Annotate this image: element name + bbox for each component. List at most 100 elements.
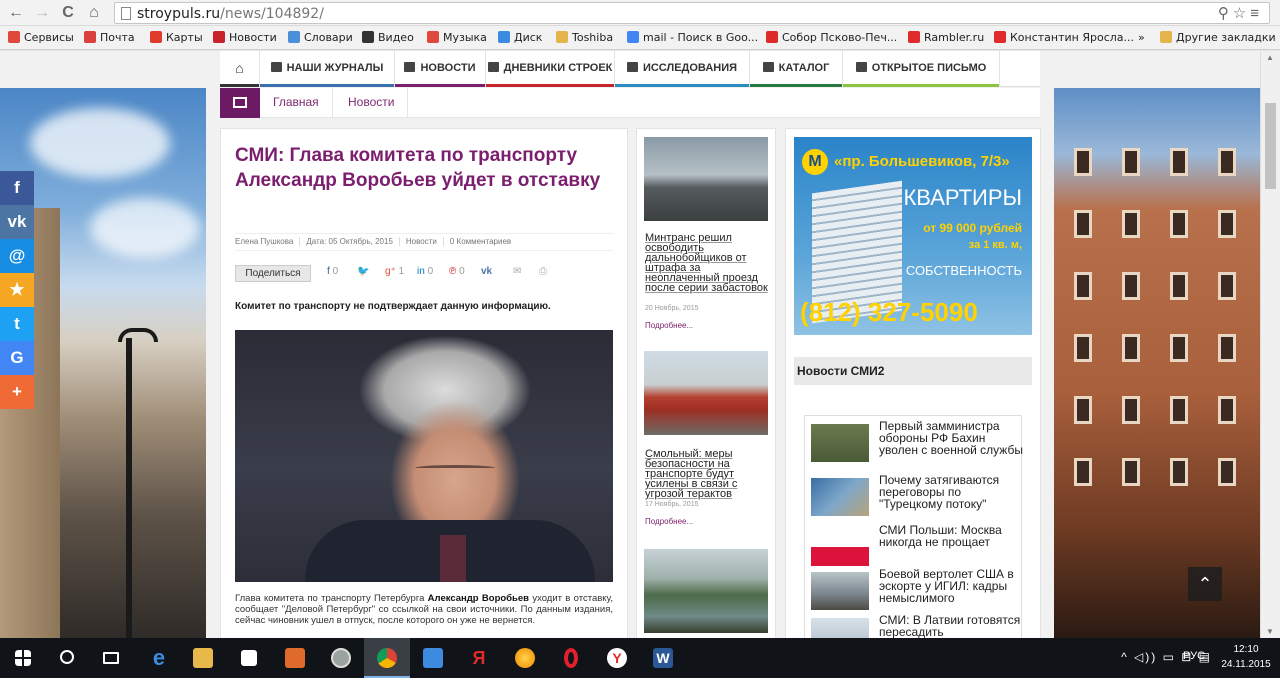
breadcrumb-news[interactable]: Новости: [335, 88, 409, 118]
reload-icon[interactable]: C: [58, 3, 78, 23]
smi-news-thumb[interactable]: [811, 528, 869, 566]
related-more-link[interactable]: Подробнее...: [645, 517, 693, 526]
language-indicator[interactable]: РУС: [1183, 650, 1205, 662]
related-thumb-trucks[interactable]: [644, 137, 768, 221]
forward-arrow-icon[interactable]: →: [32, 3, 52, 23]
scroll-to-top-button[interactable]: ⌃: [1188, 567, 1222, 601]
yandex-browser-icon[interactable]: Y: [594, 638, 640, 678]
smi-news-thumb[interactable]: [811, 618, 869, 638]
social-share-sidebar: f vk @ ★ t G +: [0, 171, 34, 409]
bookmark-item[interactable]: Почта: [84, 31, 135, 44]
bookmark-item[interactable]: Видео: [362, 31, 414, 44]
related-thumb-road[interactable]: [644, 549, 768, 633]
bookmark-item[interactable]: Сервисы: [8, 31, 74, 44]
smi-news-thumb[interactable]: [811, 478, 869, 516]
media-player-icon[interactable]: [272, 638, 318, 678]
smi-news-item[interactable]: Почему затягиваются переговоры по "Турец…: [811, 474, 1021, 520]
mail-app-icon[interactable]: [410, 638, 456, 678]
smi-news-text[interactable]: Почему затягиваются переговоры по "Турец…: [879, 474, 1023, 510]
word-icon[interactable]: W: [640, 638, 686, 678]
background-photo-right: [1054, 88, 1260, 638]
related-more-link[interactable]: Подробнее...: [645, 321, 693, 330]
bookmark-item[interactable]: Карты: [150, 31, 203, 44]
real-estate-ad[interactable]: М «пр. Большевиков, 7/3» КВАРТИРЫ от 99 …: [794, 137, 1032, 335]
article-section[interactable]: Новости: [399, 237, 444, 246]
yandex-icon[interactable]: Я: [456, 638, 502, 678]
task-view-icon[interactable]: [88, 638, 134, 678]
smi-news-text[interactable]: СМИ Польши: Москва никогда не прощает: [879, 524, 1023, 548]
smi-news-item[interactable]: Первый замминистра обороны РФ Бахин увол…: [811, 420, 1023, 466]
smi-news-text[interactable]: Боевой вертолет США в эскорте у ИГИЛ: ка…: [879, 568, 1023, 604]
bookmark-item[interactable]: Новости: [213, 31, 277, 44]
nav-item[interactable]: КАТАЛОГ: [750, 51, 843, 87]
smi-news-item[interactable]: Боевой вертолет США в эскорте у ИГИЛ: ка…: [811, 568, 1021, 614]
bookmark-item[interactable]: mail - Поиск в Goo...: [627, 31, 758, 44]
google-icon[interactable]: G: [0, 341, 34, 375]
related-title[interactable]: Минтранс решил освободить дальнобойщиков…: [645, 233, 769, 294]
smi-news-text[interactable]: Первый замминистра обороны РФ Бахин увол…: [879, 420, 1023, 456]
article-lead: Комитет по транспорту не подтверждает да…: [235, 301, 551, 312]
bookmark-item[interactable]: Другие закладки: [1160, 31, 1276, 44]
more-share-icon[interactable]: +: [0, 375, 34, 409]
bookmark-star-icon[interactable]: ★: [0, 273, 34, 307]
home-button-icon[interactable]: ⌂: [84, 3, 104, 23]
twitter-share-icon[interactable]: 🐦: [357, 266, 369, 277]
nav-item[interactable]: ОТКРЫТОЕ ПИСЬМО: [843, 51, 1000, 87]
browser-app-icon[interactable]: [502, 638, 548, 678]
chrome-icon[interactable]: [364, 638, 410, 678]
main-navigation: ⌂ НАШИ ЖУРНАЛЫ НОВОСТИ ДНЕВНИКИ СТРОЕК ИССЛЕ…: [220, 51, 1040, 87]
smi-news-thumb[interactable]: [811, 572, 869, 610]
vk-icon[interactable]: vk: [0, 205, 34, 239]
article-title: СМИ: Глава комитета по транспорту Алекса…: [235, 145, 601, 191]
clock[interactable]: 12:10 24.11.2015: [1218, 642, 1274, 672]
smi-news-text[interactable]: СМИ: В Латвии готовятся пересадить: [879, 614, 1023, 638]
bookmark-item[interactable]: Константин Яросла...: [994, 31, 1134, 44]
facebook-share-icon[interactable]: f 0: [327, 266, 338, 277]
print-icon[interactable]: ⎙: [539, 266, 547, 277]
bookmark-item[interactable]: Диск: [498, 31, 542, 44]
facebook-icon[interactable]: f: [0, 171, 34, 205]
nav-item[interactable]: НОВОСТИ: [395, 51, 486, 87]
vk-share-icon[interactable]: vk: [481, 266, 492, 277]
email-share-icon[interactable]: ✉: [513, 266, 521, 277]
nav-home[interactable]: ⌂: [220, 51, 260, 87]
scrollbar-thumb[interactable]: [1265, 103, 1276, 189]
bookmark-item[interactable]: Rambler.ru: [908, 31, 984, 44]
smi-news-thumb[interactable]: [811, 424, 869, 462]
app-circle-icon[interactable]: [318, 638, 364, 678]
article-author[interactable]: Елена Пушкова: [235, 237, 301, 246]
related-title[interactable]: Смольный: меры безопасности на транспорт…: [645, 449, 769, 500]
mail-ru-icon[interactable]: @: [0, 239, 34, 273]
linkedin-share-icon[interactable]: in 0: [417, 266, 433, 277]
edge-icon[interactable]: e: [136, 638, 182, 678]
nav-item[interactable]: ИССЛЕДОВАНИЯ: [615, 51, 750, 87]
gplus-share-icon[interactable]: g⁺ 1: [385, 266, 404, 277]
smi-news-item[interactable]: СМИ: В Латвии готовятся пересадить: [811, 614, 1021, 638]
nav-item[interactable]: НАШИ ЖУРНАЛЫ: [260, 51, 395, 87]
bookmark-item[interactable]: Собор Псково-Печ...: [766, 31, 897, 44]
nav-item[interactable]: ДНЕВНИКИ СТРОЕК: [486, 51, 615, 87]
ad-address: «пр. Большевиков, 7/3»: [834, 153, 1010, 170]
bookmark-item[interactable]: Музыка: [427, 31, 487, 44]
bookmark-item[interactable]: »: [1138, 31, 1145, 44]
search-icon[interactable]: [44, 638, 90, 678]
address-bar[interactable]: stroypuls.ru/news/104892/ ⚲☆≡: [114, 2, 1270, 24]
file-explorer-icon[interactable]: [180, 638, 226, 678]
start-button[interactable]: [0, 638, 46, 678]
bookmark-favicon-icon: [766, 31, 778, 43]
page-scrollbar[interactable]: ▲ ▼: [1260, 51, 1280, 638]
pinterest-share-icon[interactable]: ℗ 0: [449, 266, 465, 277]
article-comments[interactable]: 0 Комментариев: [444, 237, 517, 246]
bookmark-favicon-icon: [994, 31, 1006, 43]
back-arrow-icon[interactable]: ←: [6, 3, 26, 23]
related-thumb-tram[interactable]: [644, 351, 768, 435]
bookmark-item[interactable]: Словари: [288, 31, 353, 44]
share-button[interactable]: Поделиться: [235, 265, 311, 282]
twitter-icon[interactable]: t: [0, 307, 34, 341]
zoom-and-star-icons[interactable]: ⚲☆≡: [1218, 4, 1263, 22]
opera-icon[interactable]: [548, 638, 594, 678]
breadcrumb-home[interactable]: Главная: [260, 88, 333, 118]
store-icon[interactable]: [226, 638, 272, 678]
bookmark-item[interactable]: Toshiba: [556, 31, 613, 44]
smi-news-item[interactable]: СМИ Польши: Москва никогда не прощает: [811, 524, 1021, 570]
